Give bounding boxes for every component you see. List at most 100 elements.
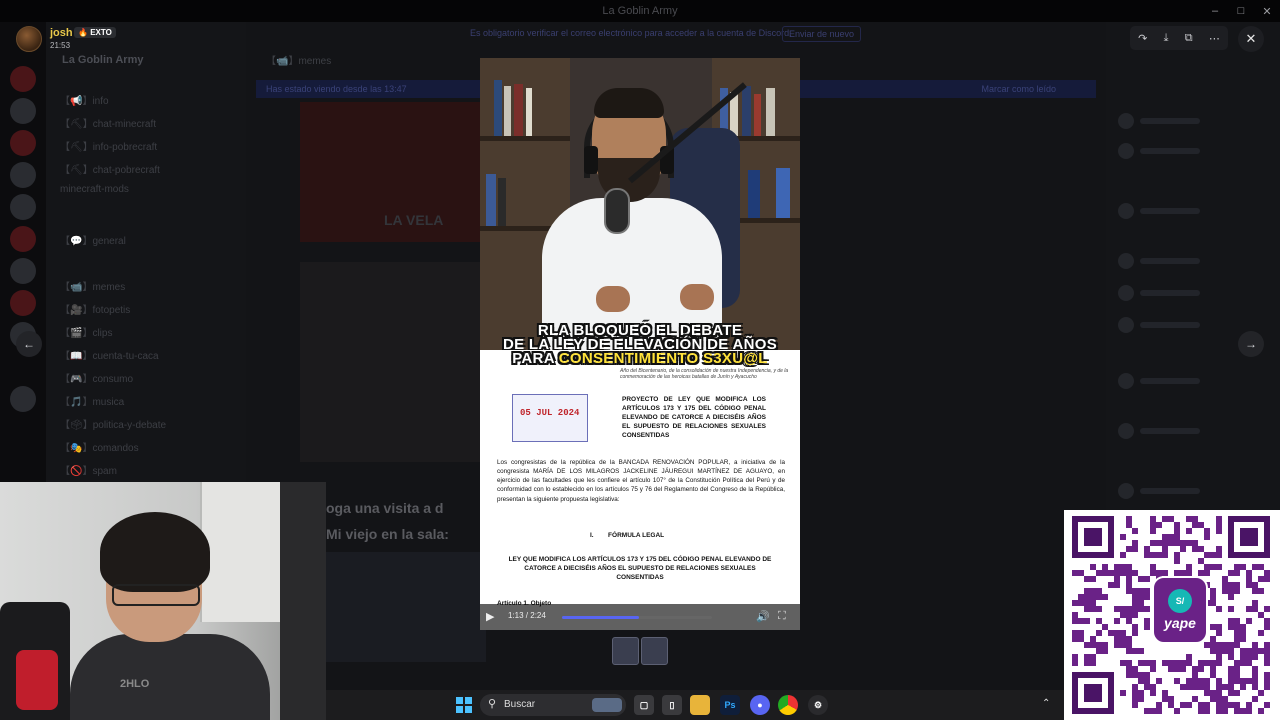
download-icon[interactable]: ⤓ — [1164, 32, 1169, 45]
qr-module — [1132, 612, 1138, 618]
channel-item[interactable]: 【⛏】chat-pobrecraft — [60, 161, 160, 176]
forward-icon[interactable]: ↷ — [1138, 32, 1147, 45]
window-title: La Goblin Army — [602, 5, 678, 17]
qr-module — [1210, 696, 1216, 702]
task-view-icon[interactable]: ▢ — [634, 695, 654, 715]
server-name[interactable]: La Goblin Army — [62, 54, 144, 66]
taskbar-search[interactable]: ⚲ Buscar — [480, 694, 626, 716]
next-media-button[interactable]: → — [1238, 331, 1264, 357]
tray-chevron-icon[interactable]: ⌃ — [1042, 698, 1050, 709]
username[interactable]: josh — [50, 27, 73, 39]
channel-item[interactable]: 【🎥】fotopetis — [60, 301, 130, 316]
fullscreen-icon[interactable]: ⛶ — [778, 610, 786, 623]
volume-icon[interactable]: 🔊 — [756, 610, 770, 623]
qr-module — [1198, 570, 1204, 576]
chrome-icon[interactable] — [778, 695, 798, 715]
thumbnail[interactable] — [641, 637, 668, 665]
qr-module — [1234, 582, 1240, 588]
close-window-icon[interactable]: ✕ — [1254, 0, 1280, 22]
server-icon[interactable] — [10, 258, 36, 284]
photoshop-icon[interactable]: Ps — [720, 695, 740, 715]
discord-icon[interactable]: ● — [750, 695, 770, 715]
qr-module — [1120, 570, 1126, 576]
server-icon[interactable] — [10, 386, 36, 412]
caption-yellow-text: CONSENTIMIENTO S3XU@L — [558, 350, 768, 367]
server-icon[interactable] — [10, 290, 36, 316]
qr-module — [1126, 570, 1132, 576]
channel-item[interactable]: 【📢】info — [60, 92, 109, 107]
channel-item[interactable]: 【🎬】clips — [60, 324, 112, 339]
server-icon[interactable] — [10, 98, 36, 124]
video-player[interactable]: RLA BLOQUEÓ EL DEBATE DE LA LEY DE ELEVA… — [480, 58, 800, 630]
app-icon[interactable]: ▯ — [662, 695, 682, 715]
previous-media-button[interactable]: ← — [16, 331, 42, 357]
server-icon[interactable] — [10, 66, 36, 92]
member-item[interactable] — [1118, 482, 1268, 499]
channel-item[interactable]: minecraft-mods — [60, 184, 129, 195]
qr-module — [1210, 552, 1216, 558]
qr-module — [1126, 636, 1132, 642]
channel-item[interactable]: 【⛏】info-pobrecraft — [60, 138, 157, 153]
server-icon[interactable] — [10, 194, 36, 220]
mark-read-link[interactable]: Marcar como leído — [981, 80, 1056, 98]
member-item[interactable] — [1118, 142, 1268, 159]
member-item[interactable] — [1118, 284, 1268, 301]
yape-symbol: S/ — [1168, 589, 1192, 613]
server-icon[interactable] — [10, 226, 36, 252]
qr-module — [1252, 654, 1258, 660]
channel-item[interactable]: 【💬】general — [60, 232, 126, 247]
channel-item[interactable]: 【🎭】comandos — [60, 439, 139, 454]
qr-module — [1090, 660, 1096, 666]
qr-module — [1204, 570, 1210, 576]
post-text: LA VELA — [384, 212, 444, 228]
post-text: Mi viejo en la sala: — [326, 526, 449, 542]
qr-module — [1174, 534, 1180, 540]
server-icon[interactable] — [10, 130, 36, 156]
member-item[interactable] — [1118, 202, 1268, 219]
channel-item[interactable]: 【⛏】chat-minecraft — [60, 115, 156, 130]
channel-item[interactable]: 【🎮】consumo — [60, 370, 133, 385]
qr-module — [1204, 690, 1210, 696]
member-item[interactable] — [1118, 112, 1268, 129]
qr-module — [1132, 624, 1138, 630]
channel-item[interactable]: 【🎵】musica — [60, 393, 124, 408]
qr-module — [1126, 666, 1132, 672]
seek-bar[interactable] — [562, 616, 712, 619]
channel-item[interactable]: 【📖】cuenta-tu-caca — [60, 347, 159, 362]
qr-module — [1114, 618, 1120, 624]
qr-module — [1234, 636, 1240, 642]
post-image[interactable] — [326, 552, 486, 662]
qr-module — [1216, 630, 1222, 636]
qr-module — [1138, 600, 1144, 606]
channel-item[interactable]: 【🗳】politica-y-debate — [60, 416, 166, 431]
avatar[interactable] — [16, 26, 42, 52]
member-item[interactable] — [1118, 422, 1268, 439]
qr-module — [1132, 606, 1138, 612]
server-icon[interactable] — [10, 162, 36, 188]
qr-module — [1186, 678, 1192, 684]
post-image[interactable] — [300, 262, 480, 462]
member-item[interactable] — [1118, 372, 1268, 389]
thumbnail[interactable] — [612, 637, 639, 665]
channel-item[interactable]: 【📹】memes — [60, 278, 125, 293]
maximize-icon[interactable]: □ — [1228, 0, 1254, 22]
close-viewer-button[interactable]: ✕ — [1238, 26, 1264, 52]
resend-button[interactable]: Enviar de nuevo — [782, 26, 862, 42]
video-caption-line: DE LA LEY DE ELEVACIÓN DE AÑOS — [502, 336, 778, 350]
channel-item[interactable]: 【🚫】spam — [60, 462, 117, 477]
shelf-board — [480, 136, 570, 141]
play-icon[interactable]: ▶ — [486, 610, 494, 623]
steam-icon[interactable]: ⚙ — [808, 695, 828, 715]
file-explorer-icon[interactable] — [690, 695, 710, 715]
qr-module — [1210, 594, 1216, 600]
qr-module — [1132, 588, 1138, 594]
windows-start-icon[interactable] — [456, 697, 472, 713]
arrow-right-icon: → — [1245, 337, 1257, 351]
more-icon[interactable]: ⋯ — [1209, 32, 1220, 45]
minimize-icon[interactable]: – — [1202, 0, 1228, 22]
qr-module — [1078, 600, 1084, 606]
open-external-icon[interactable]: ⧉ — [1185, 32, 1193, 45]
member-item[interactable] — [1118, 252, 1268, 269]
member-item[interactable] — [1118, 316, 1268, 333]
qr-module — [1144, 606, 1150, 612]
